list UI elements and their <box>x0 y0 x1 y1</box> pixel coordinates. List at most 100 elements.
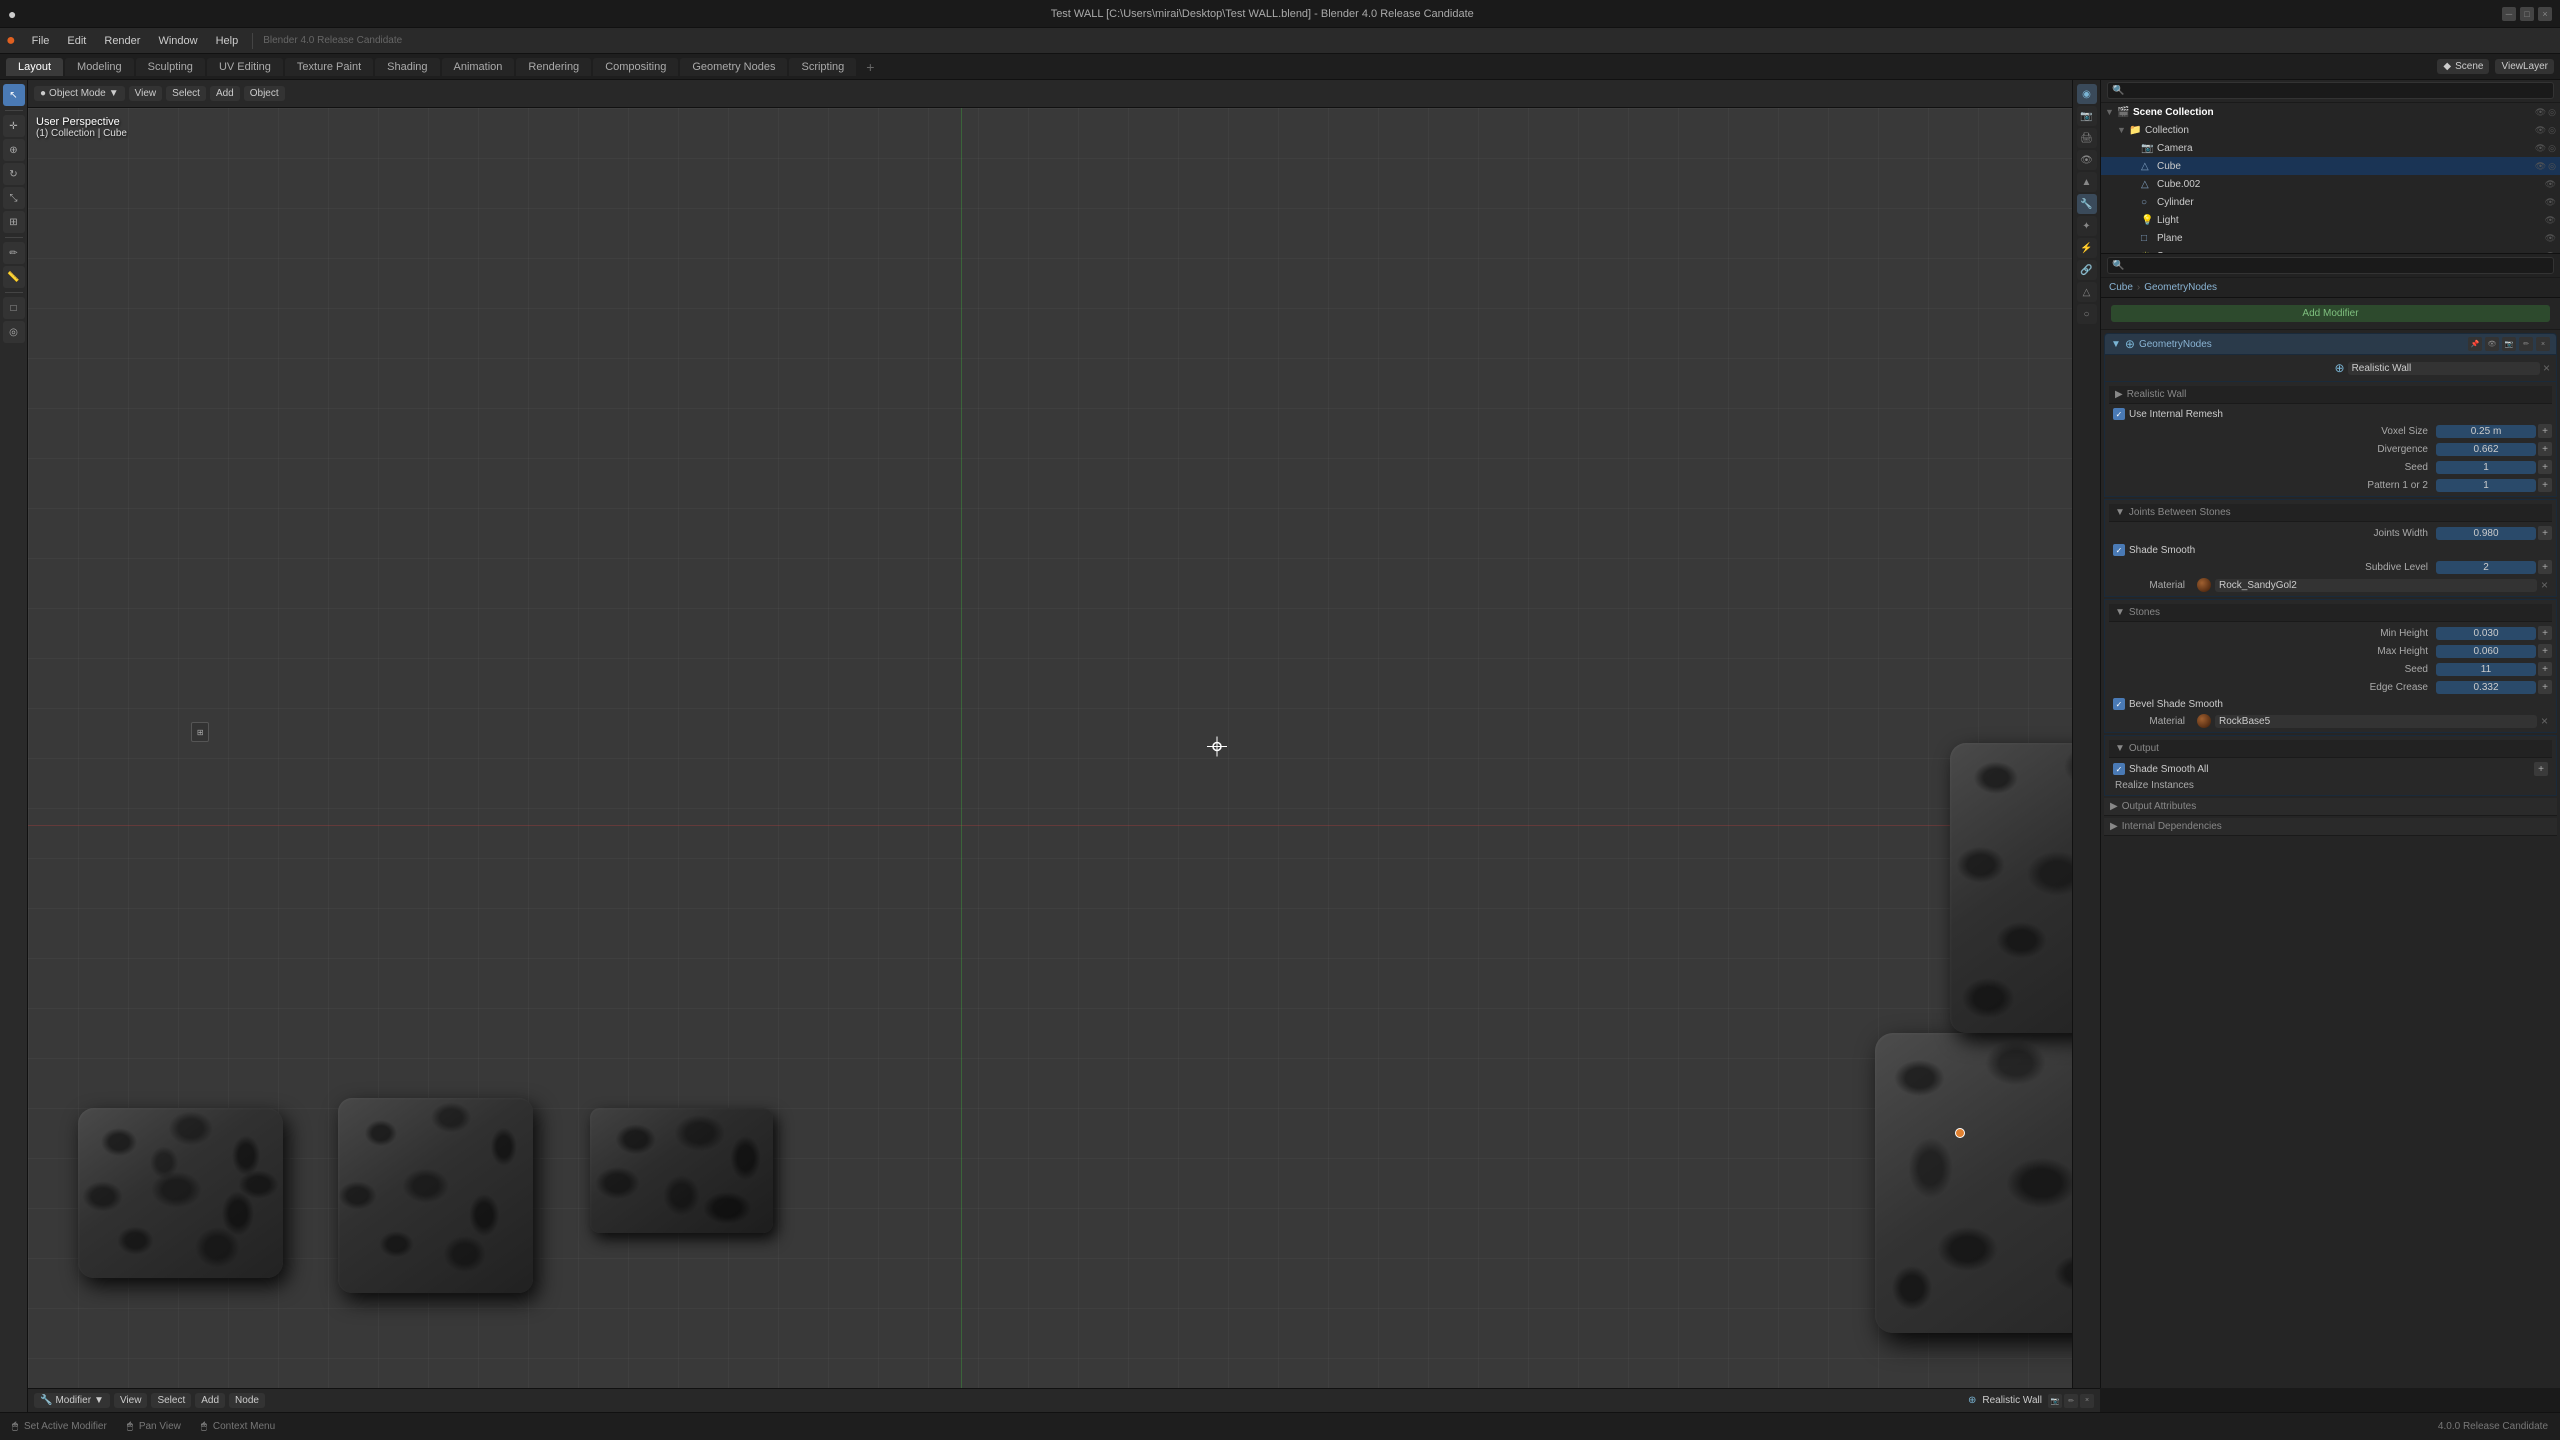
coll-sel-btn[interactable]: ◎ <box>2548 125 2556 136</box>
internal-deps-header[interactable]: ▶ Internal Dependencies <box>2104 818 2557 836</box>
ws-scripting[interactable]: Scripting <box>789 58 856 76</box>
ws-add-tab[interactable]: + <box>858 56 882 78</box>
min-height-plus-btn[interactable]: + <box>2538 626 2552 640</box>
menu-help[interactable]: Help <box>208 33 247 49</box>
add-menu[interactable]: Add <box>210 86 240 101</box>
side-icon-render[interactable]: 📷 <box>2077 106 2097 126</box>
cube002-eye-btn[interactable]: 👁 <box>2545 179 2556 190</box>
subdive-level-value[interactable]: 2 <box>2436 561 2536 574</box>
footer-add-btn[interactable]: Add <box>195 1393 225 1408</box>
seed-value[interactable]: 1 <box>2436 461 2536 474</box>
sun-row[interactable]: ☀ Sun 👁 <box>2101 247 2560 254</box>
menu-edit[interactable]: Edit <box>59 33 94 49</box>
stones-material-name[interactable]: RockBase5 <box>2215 715 2537 728</box>
subdive-level-plus-btn[interactable]: + <box>2538 560 2552 574</box>
sc-eye-btn[interactable]: 👁 <box>2535 107 2546 118</box>
side-icon-material[interactable]: ○ <box>2077 304 2097 324</box>
menu-window[interactable]: Window <box>150 33 205 49</box>
seed-plus-btn[interactable]: + <box>2538 460 2552 474</box>
breadcrumb-cube[interactable]: Cube <box>2109 282 2133 293</box>
stones-material-x-btn[interactable]: × <box>2541 714 2548 728</box>
footer-modifier-btn[interactable]: 🔧 Modifier ▼ <box>34 1393 110 1408</box>
mod-close-btn[interactable]: × <box>2536 337 2550 351</box>
ws-uv-editing[interactable]: UV Editing <box>207 58 283 76</box>
shade-smooth-all-plus-btn[interactable]: + <box>2534 762 2548 776</box>
tool-transform[interactable]: ⊞ <box>3 211 25 233</box>
side-icon-data[interactable]: △ <box>2077 282 2097 302</box>
outliner-search-input[interactable] <box>2107 82 2554 99</box>
tool-annotate[interactable]: ✏ <box>3 242 25 264</box>
cube-eye-btn[interactable]: 👁 <box>2535 161 2546 172</box>
tool-add-cube[interactable]: □ <box>3 297 25 319</box>
tool-scale[interactable]: ⤡ <box>3 187 25 209</box>
edge-crease-plus-btn[interactable]: + <box>2538 680 2552 694</box>
node-group-x-btn[interactable]: × <box>2543 361 2550 375</box>
plane-row[interactable]: □ Plane 👁 <box>2101 229 2560 247</box>
mod-edit-btn[interactable]: ✏ <box>2519 337 2533 351</box>
footer-ng-btn3[interactable]: × <box>2080 1394 2094 1408</box>
add-modifier-btn[interactable]: Add Modifier <box>2111 305 2550 322</box>
ws-layout[interactable]: Layout <box>6 58 63 76</box>
cyl-eye-btn[interactable]: 👁 <box>2545 197 2556 208</box>
max-height-value[interactable]: 0.060 <box>2436 645 2536 658</box>
side-icon-modifier[interactable]: 🔧 <box>2077 194 2097 214</box>
footer-ng-btn2[interactable]: ✏ <box>2064 1394 2078 1408</box>
coll-eye-btn[interactable]: 👁 <box>2535 125 2546 136</box>
cube-sel-btn[interactable]: ◎ <box>2548 161 2556 172</box>
min-height-value[interactable]: 0.030 <box>2436 627 2536 640</box>
select-menu[interactable]: Select <box>166 86 206 101</box>
side-icon-view[interactable]: 👁 <box>2077 150 2097 170</box>
light-eye-btn[interactable]: 👁 <box>2545 215 2556 226</box>
max-height-plus-btn[interactable]: + <box>2538 644 2552 658</box>
use-internal-remesh-checkbox[interactable]: ✓ <box>2113 408 2125 420</box>
stones-section-header[interactable]: ▼ Stones <box>2109 604 2552 622</box>
scene-collection-row[interactable]: ▼ 🎬 Scene Collection 👁 ◎ <box>2101 103 2560 121</box>
ws-texture-paint[interactable]: Texture Paint <box>285 58 373 76</box>
ws-geometry-nodes[interactable]: Geometry Nodes <box>680 58 787 76</box>
modifier-search-input[interactable] <box>2107 257 2554 274</box>
minimize-btn[interactable]: ─ <box>2502 7 2516 21</box>
ws-animation[interactable]: Animation <box>442 58 515 76</box>
side-icon-constraints[interactable]: 🔗 <box>2077 260 2097 280</box>
side-icon-output[interactable]: 🖨 <box>2077 128 2097 148</box>
bevel-shade-smooth-checkbox[interactable]: ✓ <box>2113 698 2125 710</box>
cam-eye-btn[interactable]: 👁 <box>2535 143 2546 154</box>
mod-vis-btn[interactable]: 👁 <box>2485 337 2499 351</box>
divergence-plus-btn[interactable]: + <box>2538 442 2552 456</box>
voxel-size-plus-btn[interactable]: + <box>2538 424 2552 438</box>
close-btn[interactable]: × <box>2538 7 2552 21</box>
cube-row[interactable]: △ Cube 👁 ◎ <box>2101 157 2560 175</box>
joints-width-value[interactable]: 0.980 <box>2436 527 2536 540</box>
cube002-row[interactable]: △ Cube.002 👁 <box>2101 175 2560 193</box>
ws-shading[interactable]: Shading <box>375 58 439 76</box>
stones-seed-plus-btn[interactable]: + <box>2538 662 2552 676</box>
joints-material-x-btn[interactable]: × <box>2541 578 2548 592</box>
menu-file[interactable]: File <box>24 33 58 49</box>
mod-pin-btn[interactable]: 📌 <box>2468 337 2482 351</box>
breadcrumb-geonode[interactable]: GeometryNodes <box>2144 282 2217 293</box>
tool-rotate[interactable]: ↻ <box>3 163 25 185</box>
side-icon-scene[interactable]: ◉ <box>2077 84 2097 104</box>
ws-sculpting[interactable]: Sculpting <box>136 58 205 76</box>
ws-compositing[interactable]: Compositing <box>593 58 678 76</box>
sc-sel-btn[interactable]: ◎ <box>2548 107 2556 118</box>
scene-selector[interactable]: ◆ Scene <box>2437 59 2489 74</box>
tool-measure[interactable]: 📏 <box>3 266 25 288</box>
light-row[interactable]: 💡 Light 👁 <box>2101 211 2560 229</box>
pattern-value[interactable]: 1 <box>2436 479 2536 492</box>
joints-material-name[interactable]: Rock_SandyGol2 <box>2215 579 2537 592</box>
tool-move[interactable]: ⊕ <box>3 139 25 161</box>
footer-view-btn[interactable]: View <box>114 1393 148 1408</box>
mode-select-btn[interactable]: ● Object Mode ▼ <box>34 86 125 101</box>
side-icon-particles[interactable]: ✦ <box>2077 216 2097 236</box>
output-attrs-header[interactable]: ▶ Output Attributes <box>2104 798 2557 816</box>
maximize-btn[interactable]: □ <box>2520 7 2534 21</box>
plane-eye-btn[interactable]: 👁 <box>2545 233 2556 244</box>
joints-width-plus-btn[interactable]: + <box>2538 526 2552 540</box>
rw-section-header[interactable]: ▶ Realistic Wall <box>2109 386 2552 404</box>
view-layer-selector[interactable]: ViewLayer <box>2495 59 2554 74</box>
cylinder-row[interactable]: ○ Cylinder 👁 <box>2101 193 2560 211</box>
3d-viewport[interactable]: User Perspective (1) Collection | Cube X… <box>28 108 2360 1388</box>
ws-rendering[interactable]: Rendering <box>516 58 591 76</box>
edge-crease-value[interactable]: 0.332 <box>2436 681 2536 694</box>
